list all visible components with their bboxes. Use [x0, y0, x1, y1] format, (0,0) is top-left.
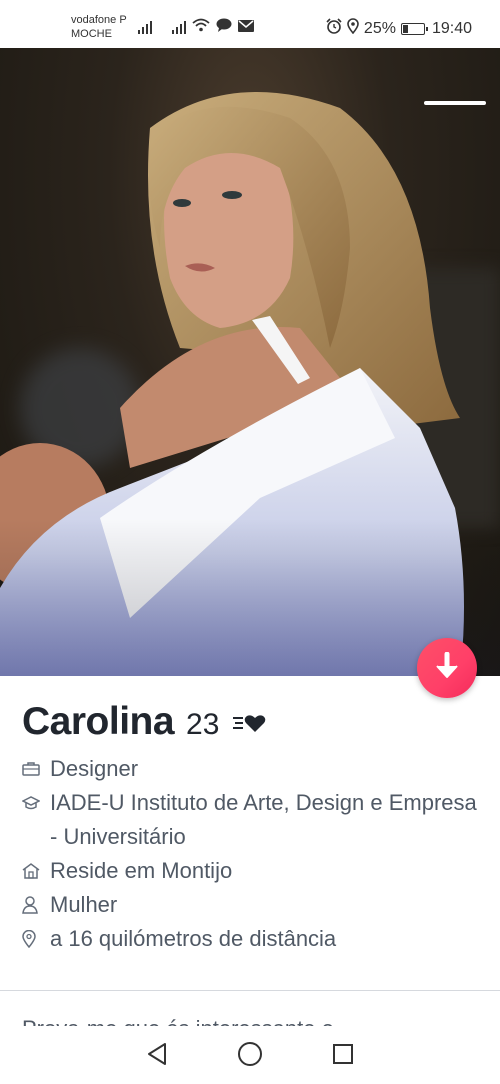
profile-info: Carolina 23 Designer IADE-U Instituto de…: [22, 700, 482, 956]
profile-age: 23: [186, 708, 220, 741]
residence-row: Reside em Montijo: [22, 854, 482, 888]
battery-icon: [400, 22, 428, 35]
name-row: Carolina 23: [22, 700, 482, 748]
alarm-icon: [326, 18, 342, 39]
briefcase-icon: [22, 752, 50, 786]
distance-row: a 16 quilómetros de distância: [22, 922, 482, 956]
gender-text: Mulher: [50, 892, 118, 917]
bio-text: Prova-me que és interessante e: [22, 1014, 334, 1026]
photo-page-indicator: [424, 101, 486, 105]
profile-photo[interactable]: [0, 48, 500, 676]
signal-icon: [138, 20, 152, 34]
carrier-name: vodafone P MOCHE: [71, 14, 127, 40]
battery-percent: 25%: [363, 19, 396, 37]
job-row: Designer: [22, 752, 482, 786]
arrow-down-icon: [434, 651, 460, 685]
graduation-cap-icon: [22, 786, 50, 820]
home-circle-icon: [237, 1041, 263, 1072]
status-bar: vodafone P MOCHE 25% 19:40: [0, 0, 500, 48]
job-text: Designer: [50, 756, 139, 781]
battery-level: [402, 24, 409, 33]
map-pin-icon: [22, 922, 50, 956]
system-nav-bar: [0, 1028, 500, 1084]
wifi-icon: [192, 18, 210, 34]
recent-apps-button[interactable]: [330, 1043, 356, 1069]
back-button[interactable]: [144, 1042, 170, 1071]
back-triangle-icon: [146, 1042, 168, 1071]
photo-illustration: [0, 48, 500, 676]
divider: [0, 990, 500, 991]
person-icon: [22, 888, 50, 922]
residence-text: Reside em Montijo: [50, 858, 233, 883]
mail-icon: [238, 20, 254, 34]
home-button[interactable]: [237, 1041, 263, 1072]
clock: 19:40: [431, 19, 472, 37]
location-icon: [347, 18, 359, 39]
profile-name: Carolina: [22, 700, 175, 743]
recent-square-icon: [332, 1043, 354, 1070]
signal-icon: [172, 20, 186, 34]
heart-speed-icon: [231, 712, 269, 740]
collapse-profile-button[interactable]: [417, 638, 477, 698]
home-icon: [22, 854, 50, 888]
message-icon: [216, 18, 232, 34]
distance-text: a 16 quilómetros de distância: [50, 926, 337, 951]
school-text: IADE-U Instituto de Arte, Design e Empre…: [50, 790, 477, 849]
gender-row: Mulher: [22, 888, 482, 922]
school-row: IADE-U Instituto de Arte, Design e Empre…: [22, 786, 482, 854]
